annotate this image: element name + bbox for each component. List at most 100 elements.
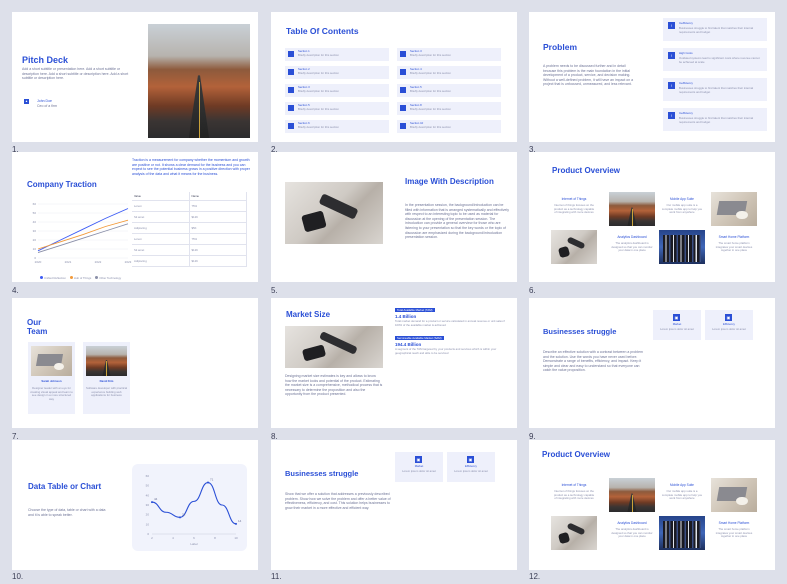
table-cell: Adipiscing	[132, 256, 190, 266]
slide-title: Image With Description	[405, 177, 494, 186]
table-row: Sit amet $12K	[132, 212, 247, 223]
slide-1[interactable]: Pitch Deck Add a short subtitle or prese…	[12, 12, 258, 142]
author-name: John Doe	[37, 99, 52, 103]
y-tick-label: 20	[146, 513, 150, 517]
y-tick-label: 40	[33, 220, 37, 224]
slide-description: Traction is a measurement for company wh…	[132, 158, 250, 176]
card-sub: Lorem ipsum dolor sit amet	[402, 469, 436, 473]
slide-title: Product Overview	[552, 166, 621, 175]
x-tick-label: 2022	[95, 260, 102, 264]
product-image	[711, 478, 757, 512]
x-tick-label: 2023	[125, 260, 132, 264]
toc-section-sub: Briefly description for this section	[298, 71, 339, 75]
slide-3[interactable]: Problem A problem needs to be discussed …	[529, 12, 775, 142]
slide-4[interactable]: Company Traction Traction is a measureme…	[12, 152, 258, 282]
section-number-icon	[400, 105, 406, 111]
y-tick-label: 20	[33, 238, 37, 242]
product-description: The analytics dashboard is designed so t…	[611, 241, 653, 253]
y-tick-label: 60	[146, 474, 150, 478]
member-bio: Software developer with practical experi…	[85, 386, 128, 398]
slide-title: Problem	[543, 42, 578, 52]
binder-clip-image	[285, 182, 383, 244]
legend-swatch	[40, 276, 43, 279]
product-description: The smart home platform integrates your …	[715, 241, 753, 253]
product-image	[659, 516, 705, 550]
warning-icon: !	[668, 82, 675, 89]
slide-11[interactable]: Businesses struggle Show that we offer a…	[271, 440, 517, 570]
product-name: Internet of Things	[561, 197, 587, 201]
legend-label: Other Technology	[99, 276, 122, 280]
card-sub: Lorem ipsum dolor sit amet	[454, 469, 488, 473]
card-sub: Lorem ipsum dolor sit amet	[660, 327, 694, 331]
warning-icon: !	[668, 52, 675, 59]
slide-12[interactable]: Product Overview Internet of Things Inter…	[529, 440, 775, 570]
section-number-icon	[288, 105, 294, 111]
chart-icon: ▣	[467, 456, 474, 463]
y-tick-label: 30	[33, 229, 37, 233]
slide-8[interactable]: Market Size Designing market size estima…	[271, 298, 517, 428]
section-number-icon	[288, 123, 294, 129]
chart-icon: ▣	[415, 456, 422, 463]
traction-chart: 01020304050602020 2021 2022 2023	[33, 202, 132, 264]
slide-description: Describe an effective solution with a co…	[543, 350, 643, 373]
slide-2[interactable]: Table Of Contents Section 1 Briefly descr…	[271, 12, 517, 142]
toc-section-sub: Briefly description for this section	[298, 53, 339, 57]
toc-section-sub: Briefly description for this section	[410, 53, 451, 57]
table-cell: $5K	[190, 223, 247, 233]
legend-swatch	[69, 276, 73, 279]
table-cell: $12K	[190, 212, 247, 222]
slide-title: Businesses struggle	[285, 469, 359, 478]
product-description: The analytics dashboard is designed so t…	[611, 527, 653, 539]
slide-title: Table Of Contents	[286, 26, 359, 36]
slide-number: 5.	[271, 286, 278, 295]
toc-section-sub: Briefly description for this section	[298, 125, 339, 129]
legend-item: Other Technology	[95, 276, 121, 280]
toc-section-sub: Briefly description for this section	[410, 107, 451, 111]
stat-description: Total market demand for a product or ser…	[395, 319, 505, 327]
toc-section-sub: Briefly description for this section	[298, 89, 339, 93]
stat-description: A segment of the TAM targeted by your pr…	[395, 347, 497, 355]
product-name: Analytics Dashboard	[617, 235, 647, 239]
x-tick-label: 2	[151, 536, 153, 540]
slide-title: Businesses struggle	[543, 327, 617, 336]
table-cell: Sit amet	[132, 245, 190, 255]
product-description: Internet of things focuses on the produc…	[553, 203, 595, 215]
table-row: Adipiscing $5K	[132, 223, 247, 234]
slide-7[interactable]: Our Team Sarah Johnson Designer leader w…	[12, 298, 258, 428]
column-header: Name	[190, 192, 247, 200]
problem-sub: Businesses struggle to find talent that …	[679, 26, 754, 34]
problem-sub: Businesses struggle to find talent that …	[679, 86, 754, 94]
slide-6[interactable]: Product Overview Internet of Things Inter…	[529, 152, 775, 282]
user-icon: ▲	[24, 99, 29, 104]
y-tick-label: 10	[146, 522, 150, 526]
table-cell: 75%	[190, 234, 247, 244]
slide-9[interactable]: Businesses struggle Describe an effectiv…	[529, 298, 775, 428]
slide-description: Designing market size estimates is key a…	[285, 374, 383, 397]
data-chart: 0 10 20 30 40 50 60 2 4 6 8 10 Label 44 23 71 14	[146, 474, 242, 546]
table-row: Sit amet $12K	[132, 245, 247, 256]
slide-5[interactable]: Image With Description In the presentati…	[271, 152, 517, 282]
series-line	[151, 481, 237, 525]
binder-clip-image	[285, 326, 383, 368]
toc-section-sub: Briefly description for this section	[298, 107, 339, 111]
table-row: Adipiscing $12K	[132, 256, 247, 267]
product-description: The smart home platform integrates your …	[715, 527, 753, 539]
data-point	[207, 481, 209, 484]
warning-icon: !	[668, 112, 675, 119]
product-image	[659, 230, 705, 264]
product-name: Internet of Things	[561, 483, 587, 487]
y-tick-label: 30	[146, 503, 150, 507]
x-tick-label: 2021	[65, 260, 72, 264]
legend-item: Hub of Things	[69, 276, 91, 280]
section-number-icon	[288, 69, 294, 75]
y-tick-label: 50	[33, 211, 37, 215]
product-name: Smart Home Platform	[718, 521, 750, 525]
table-cell: Adipiscing	[132, 223, 190, 233]
table-cell: 75%	[190, 201, 247, 211]
table-header: Value Name	[132, 192, 247, 201]
table-row: Lorem 75%	[132, 234, 247, 245]
slide-10[interactable]: Data Table or Chart Choose the type of d…	[12, 440, 258, 570]
chart-icon: ▣	[725, 314, 732, 321]
x-axis-label: Label	[190, 542, 198, 546]
road-image	[148, 24, 250, 138]
